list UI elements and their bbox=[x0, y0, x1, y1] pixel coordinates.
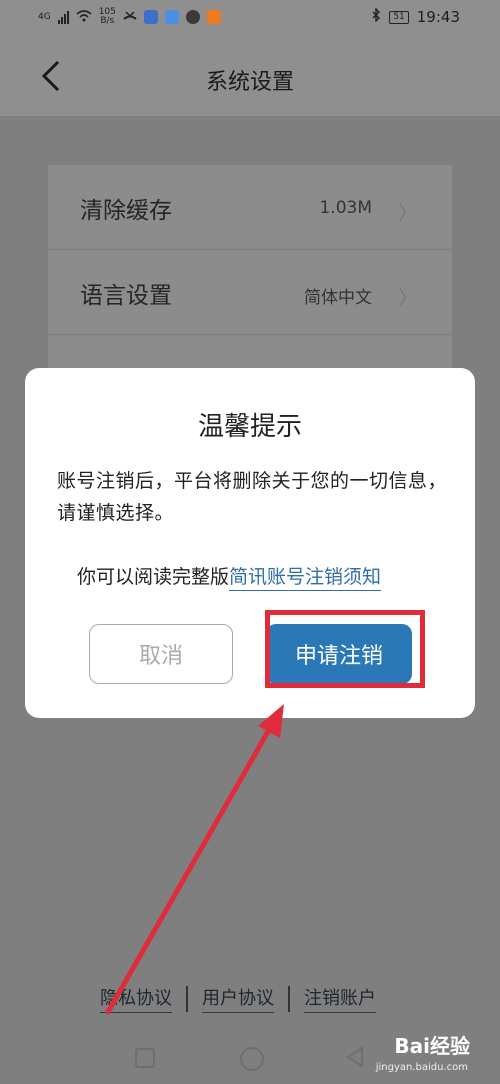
annotation-arrow bbox=[105, 704, 284, 1015]
